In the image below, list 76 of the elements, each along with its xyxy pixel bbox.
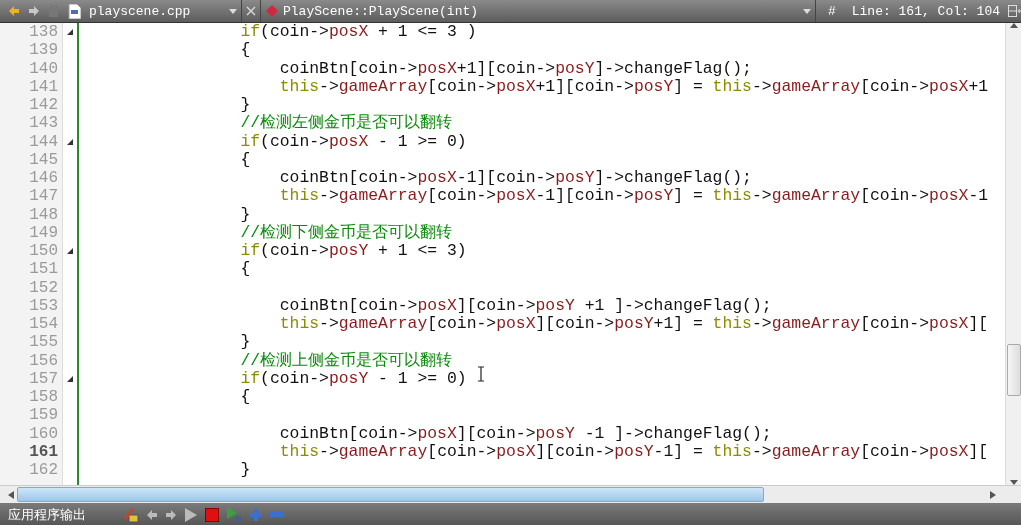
code-line: { [240,388,251,407]
line-number: 157 [28,369,59,388]
line-number: 147 [28,187,59,206]
line-number: 153 [28,296,59,315]
code-line: } [240,205,251,224]
line-number: 146 [28,169,59,188]
file-name[interactable]: playscene.cpp [89,3,229,19]
code-line: { [240,150,251,169]
stop-icon[interactable] [205,507,219,522]
line-number: 156 [28,351,59,370]
code-line: //检测左侧金币是否可以翻转 [240,114,453,133]
code-line: if(coin->posX + 1 <= 3 ) [240,23,477,42]
back-arrow-icon[interactable] [8,5,20,17]
clear-icon[interactable] [123,506,139,523]
code-line: } [240,461,251,480]
horizontal-scrollbar-thumb[interactable] [17,487,764,502]
run-debug-icon[interactable] [226,506,242,523]
fold-marker-icon[interactable] [67,248,73,255]
play-icon[interactable] [184,507,198,522]
line-number: 149 [28,223,59,242]
line-number: 140 [28,59,59,78]
fold-marker-icon[interactable] [67,375,73,382]
file-icon [68,3,81,19]
scroll-right-icon[interactable] [990,490,996,499]
code-line: } [240,333,251,352]
code-line: this->gameArray[coin->posX][coin->posY-1] = this->gameArray[coin->posX][ [279,442,989,461]
line-number: 154 [28,315,59,334]
panel-title: 应用程序输出 [8,505,86,524]
line-number: 145 [28,150,59,169]
line-number: 158 [28,388,59,407]
code-line: { [240,41,251,60]
caret-icon[interactable] [229,8,237,14]
line-number: 144 [28,132,59,151]
function-name[interactable]: PlayScene::PlayScene(int) [283,3,803,19]
fold-marker-icon[interactable] [67,29,73,36]
previous-icon[interactable] [146,508,158,521]
code-line: this->gameArray[coin->posX-1][coin->posY] = this->gameArray[coin->posX-1 [279,187,989,206]
code-line: if(coin->posX - 1 >= 0) [240,132,467,151]
code-line: //检测下侧金币是否可以翻转 [240,223,453,242]
close-icon[interactable] [246,6,256,16]
diamond-icon [265,4,279,18]
next-icon[interactable] [165,508,177,521]
line-number: 142 [28,96,59,115]
code-line: if(coin->posY - 1 >= 0) [240,369,467,388]
code-line: coinBtn[coin->posX][coin->posY -1 ]->changeFlag(); [279,424,772,443]
line-number: 151 [28,260,59,279]
fold-marker-icon[interactable] [67,138,73,145]
code-line: coinBtn[coin->posX+1][coin->posY]->changeFlag(); [279,59,752,78]
code-line: { [240,260,251,279]
cursor-position: Line: 161, Col: 104 [851,3,1000,19]
line-number: 139 [28,41,59,60]
split-icon[interactable] [1008,5,1021,17]
hash-symbol: # [827,3,836,19]
caret-icon[interactable] [802,8,811,14]
code-line: //检测上侧金币是否可以翻转 [240,351,453,370]
code-line: this->gameArray[coin->posX+1][coin->posY] = this->gameArray[coin->posX+1 [279,77,989,96]
line-number: 161 [28,442,59,461]
line-number: 148 [28,205,59,224]
text-cursor-icon [477,366,485,382]
line-number: 152 [28,278,59,297]
code-line: coinBtn[coin->posX-1][coin->posY]->changeFlag(); [279,169,752,188]
line-number: 150 [28,242,59,261]
vertical-scrollbar-thumb[interactable] [1006,344,1021,396]
line-number: 155 [28,333,59,352]
code-line: if(coin->posY + 1 <= 3) [240,242,467,261]
line-number: 159 [28,406,59,425]
code-line: coinBtn[coin->posX][coin->posY +1 ]->changeFlag(); [279,296,772,315]
scroll-left-icon[interactable] [8,490,14,499]
line-number: 143 [28,114,59,133]
line-number: 138 [28,23,59,42]
code-line: this->gameArray[coin->posX][coin->posY+1] = this->gameArray[coin->posX][ [279,315,989,334]
line-number: 162 [28,461,59,480]
code-line: } [240,96,251,115]
forward-arrow-icon[interactable] [28,5,40,17]
line-number: 141 [28,77,59,96]
line-number: 160 [28,424,59,443]
